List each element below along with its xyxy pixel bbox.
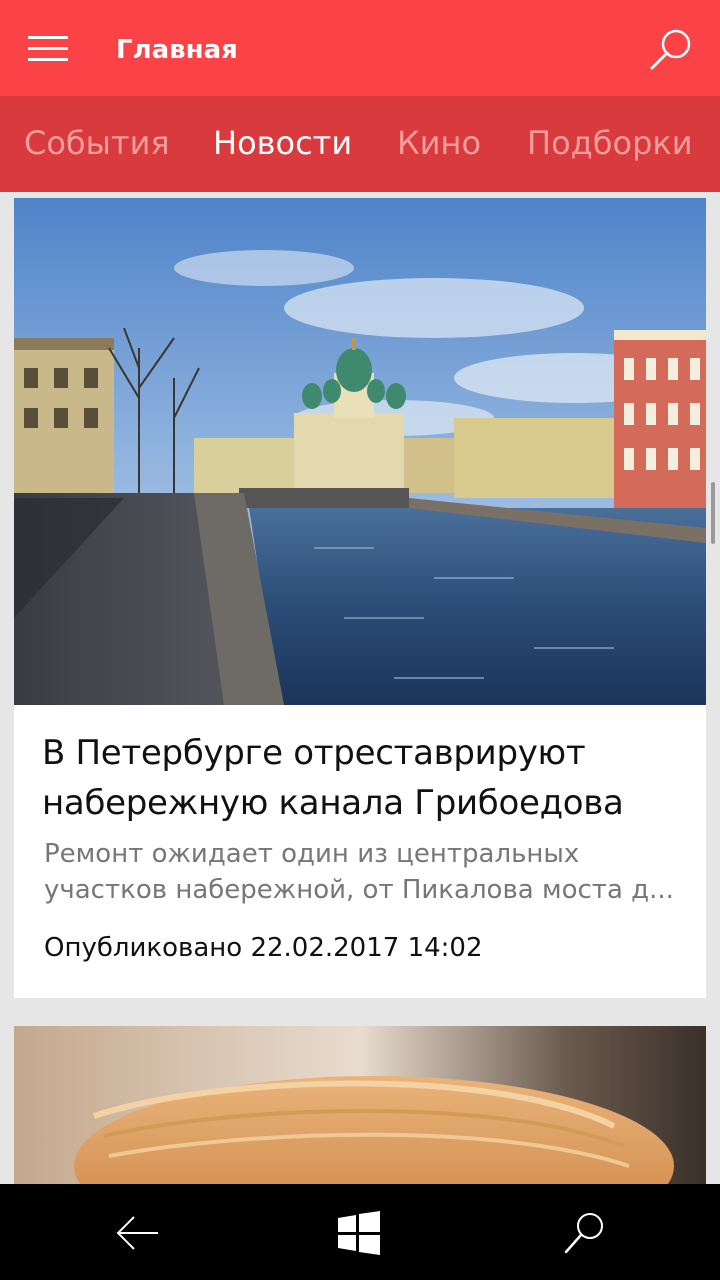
news-card[interactable] xyxy=(14,1026,706,1184)
article-image xyxy=(14,198,706,705)
tab-collections[interactable]: Подборки xyxy=(527,120,693,166)
hamburger-menu-icon[interactable] xyxy=(28,36,68,62)
system-nav-bar xyxy=(0,1184,720,1280)
news-card[interactable]: В Петербурге отреставрируют набережную к… xyxy=(14,198,706,998)
back-arrow-icon[interactable] xyxy=(112,1208,162,1258)
search-icon[interactable] xyxy=(646,24,698,76)
article-title-line: В Петербурге отреставрируют xyxy=(42,733,586,773)
news-feed[interactable]: В Петербурге отреставрируют набережную к… xyxy=(0,192,720,1184)
article-summary: Ремонт ожидает один из центральных участ… xyxy=(44,836,674,908)
article-image xyxy=(14,1026,706,1184)
article-summary-line: участков набережной, от Пикалова моста д… xyxy=(44,875,674,905)
page-title: Главная xyxy=(116,35,238,65)
windows-start-icon[interactable] xyxy=(334,1208,384,1258)
title-bar: Главная xyxy=(0,0,720,96)
scrollbar[interactable] xyxy=(711,482,715,544)
tab-cinema[interactable]: Кино xyxy=(397,120,481,166)
search-icon[interactable] xyxy=(560,1208,610,1258)
article-summary-line: Ремонт ожидает один из центральных xyxy=(44,839,580,869)
app-window: Главная События Новости Кино Подборки В … xyxy=(0,0,720,1280)
pivot-tabs: События Новости Кино Подборки xyxy=(0,96,720,192)
published-date: Опубликовано 22.02.2017 14:02 xyxy=(44,933,483,963)
tab-events[interactable]: События xyxy=(24,120,170,166)
article-title: В Петербурге отреставрируют набережную к… xyxy=(42,728,682,828)
tab-news[interactable]: Новости xyxy=(213,120,352,166)
article-title-line: набережную канала Грибоедова xyxy=(42,783,624,823)
